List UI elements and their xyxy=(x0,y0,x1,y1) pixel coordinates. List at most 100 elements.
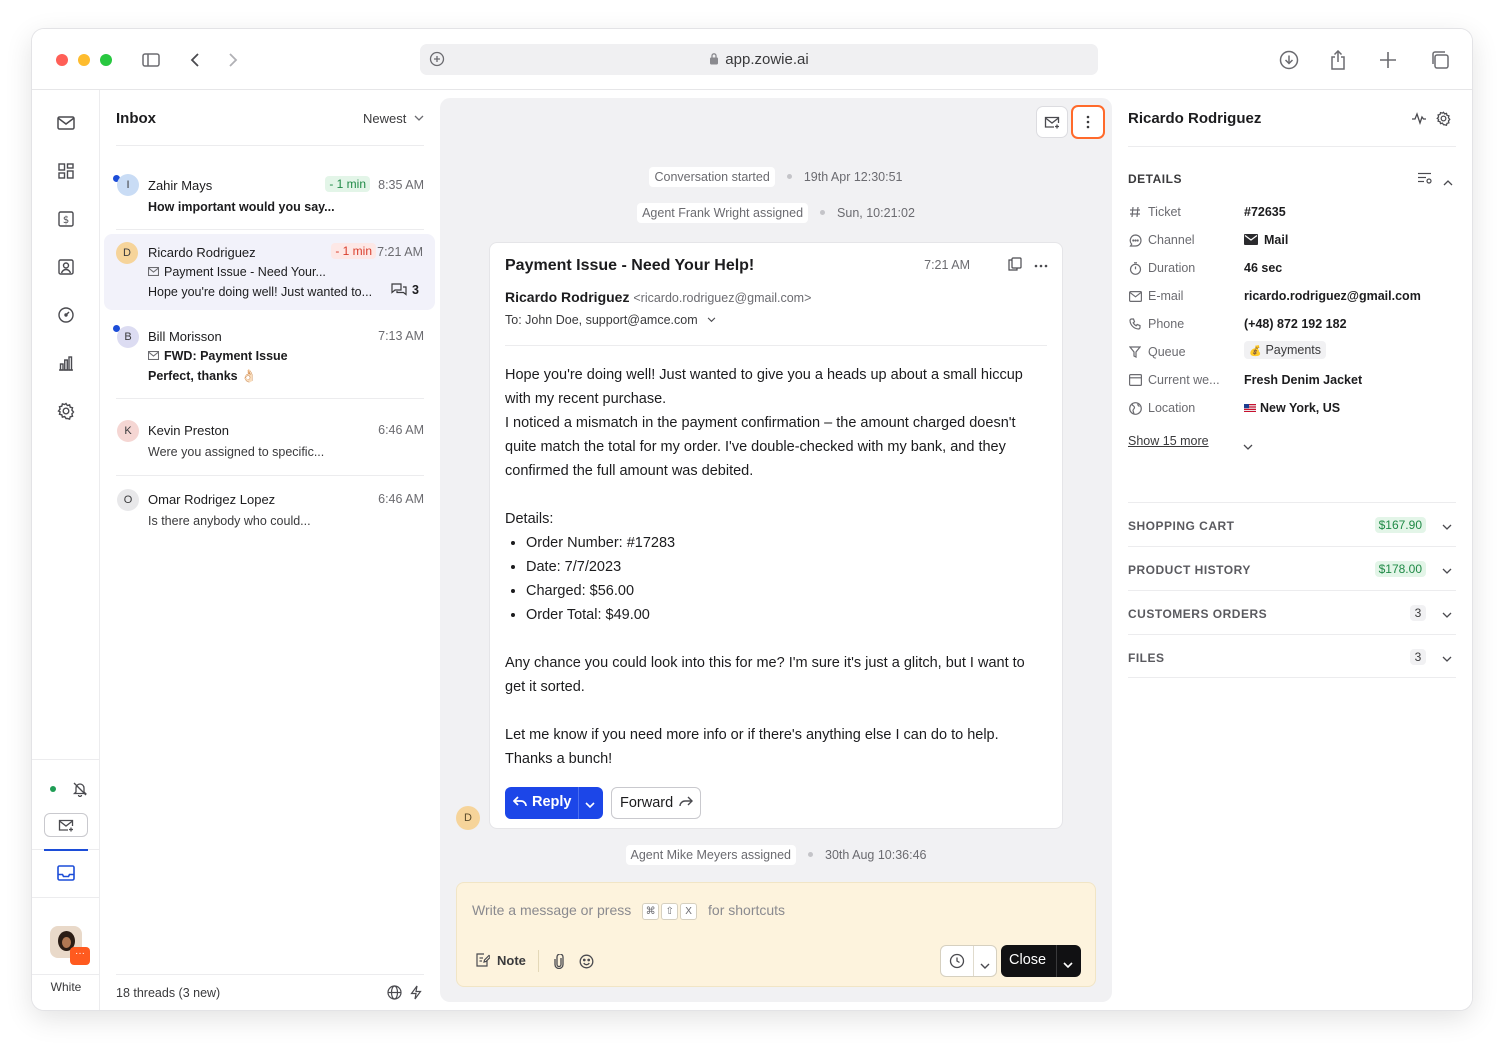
event-time: 19th Apr 12:30:51 xyxy=(803,170,903,184)
thread-name: Ricardo Rodriguez xyxy=(148,245,256,260)
show-more-link[interactable]: Show 15 more xyxy=(1128,434,1209,448)
workspace-label[interactable]: White xyxy=(32,974,100,1010)
mail-icon xyxy=(147,266,160,277)
chevron-down-icon xyxy=(1442,607,1452,622)
email-body: Hope you're doing well! Just wanted to g… xyxy=(505,363,1045,771)
inbox-nav-icon[interactable] xyxy=(54,861,78,885)
accordion-product-history[interactable]: PRODUCT HISTORY $178.00 xyxy=(1128,546,1456,590)
new-message-button[interactable] xyxy=(44,813,88,837)
event-time: 30th Aug 10:36:46 xyxy=(825,848,927,862)
accordion-files[interactable]: FILES 3 xyxy=(1128,634,1456,678)
minimize-window-button[interactable] xyxy=(78,54,90,66)
reply-button[interactable]: Reply xyxy=(505,787,603,819)
detail-value: Mail xyxy=(1244,233,1288,247)
emoji-icon[interactable] xyxy=(578,953,594,969)
accordion-customers-orders[interactable]: CUSTOMERS ORDERS 3 xyxy=(1128,590,1456,634)
reply-options-chevron-icon[interactable] xyxy=(585,797,595,813)
sidebar-toggle-icon[interactable] xyxy=(139,48,163,72)
dashboard-nav-icon[interactable] xyxy=(54,159,78,183)
panel-divider xyxy=(1128,146,1456,147)
forward-icon xyxy=(679,796,694,807)
settings-nav-icon[interactable] xyxy=(54,399,78,423)
performance-nav-icon[interactable] xyxy=(54,303,78,327)
thread-name: Bill Morisson xyxy=(148,329,222,344)
panel-settings-icon[interactable] xyxy=(1436,111,1451,129)
thread-time: 6:46 AM xyxy=(378,423,424,437)
thread-preview: Hope you're doing well! Just wanted to..… xyxy=(148,285,373,299)
download-icon[interactable] xyxy=(1277,48,1301,72)
thread-divider xyxy=(116,229,424,230)
mail-plus-icon xyxy=(1044,116,1060,128)
thread-item[interactable]: B Bill Morisson 7:13 AM FWD: Payment Iss… xyxy=(113,322,424,406)
us-flag-icon xyxy=(1244,404,1256,412)
detail-value[interactable]: (+48) 872 192 182 xyxy=(1244,317,1347,331)
event-text: Conversation started xyxy=(649,167,775,187)
chevron-down-icon xyxy=(707,317,716,323)
online-status-dot xyxy=(50,786,56,792)
chevron-up-icon[interactable] xyxy=(1443,174,1453,189)
email-paragraph: Any chance you could look into this for … xyxy=(505,655,1025,695)
nav-rail: $ ··· White xyxy=(32,90,100,1010)
contacts-nav-icon[interactable] xyxy=(54,255,78,279)
sort-dropdown[interactable]: Newest xyxy=(363,111,424,126)
lightning-icon[interactable] xyxy=(410,985,422,1003)
phone-icon xyxy=(1128,317,1142,331)
detail-value[interactable]: ricardo.rodriguez@gmail.com xyxy=(1244,289,1421,303)
close-window-button[interactable] xyxy=(56,54,68,66)
detail-label: Current we... xyxy=(1148,373,1220,387)
tab-overview-icon[interactable] xyxy=(1428,48,1452,72)
new-tab-icon[interactable] xyxy=(1376,48,1400,72)
customize-fields-icon[interactable] xyxy=(1417,172,1432,187)
inbox-footer: 18 threads (3 new) xyxy=(116,974,424,1010)
customer-name: Ricardo Rodriguez xyxy=(1128,110,1262,127)
more-options-button[interactable] xyxy=(1071,105,1105,139)
system-event: Conversation started 19th Apr 12:30:51 xyxy=(440,167,1112,187)
billing-nav-icon[interactable]: $ xyxy=(54,207,78,231)
section-badge: 3 xyxy=(1410,649,1426,665)
activity-icon[interactable] xyxy=(1411,112,1427,128)
note-label: Note xyxy=(497,953,526,968)
thread-item[interactable]: O Omar Rodrigez Lopez 6:46 AM Is there a… xyxy=(116,479,424,541)
chevron-down-icon xyxy=(1442,519,1452,534)
attachment-icon[interactable] xyxy=(551,953,567,969)
placeholder-end: for shortcuts xyxy=(708,902,786,918)
globe-icon[interactable] xyxy=(387,985,402,1003)
thread-item[interactable]: K Kevin Preston 6:46 AM Were you assigne… xyxy=(116,410,424,476)
email-more-icon[interactable] xyxy=(1034,256,1048,271)
share-icon[interactable] xyxy=(1326,48,1350,72)
event-text: Agent Frank Wright assigned xyxy=(637,203,809,223)
snooze-button[interactable] xyxy=(940,945,997,977)
thread-item[interactable]: I Zahir Mays - 1 min 8:35 AM How importa… xyxy=(113,168,424,230)
thread-preview: Were you assigned to specific... xyxy=(148,445,325,459)
sla-badge: - 1 min xyxy=(325,176,370,192)
message-composer[interactable]: Write a message or press ⌘ ⇧ X for shortcu… xyxy=(456,882,1096,987)
order-details-list: Order Number: #17283 Date: 7/7/2023 Char… xyxy=(505,531,1045,627)
section-badge: 3 xyxy=(1410,605,1426,621)
snooze-chevron-icon[interactable] xyxy=(980,958,990,973)
forward-nav-icon[interactable] xyxy=(221,48,245,72)
mark-unread-button[interactable] xyxy=(1036,106,1068,138)
mail-nav-icon[interactable] xyxy=(54,111,78,135)
close-options-chevron-icon[interactable] xyxy=(1063,957,1073,973)
thread-item-selected[interactable]: D Ricardo Rodriguez - 1 min 7:21 AM Paym… xyxy=(104,234,435,310)
thread-time: 7:21 AM xyxy=(377,245,423,259)
vertical-dots-icon xyxy=(1086,115,1090,129)
notifications-off-icon[interactable] xyxy=(68,777,92,801)
rail-divider xyxy=(32,897,100,898)
chevron-down-icon[interactable] xyxy=(1243,439,1253,454)
note-button[interactable]: Note xyxy=(476,953,526,968)
zoom-window-button[interactable] xyxy=(100,54,112,66)
agent-status-badge: ··· xyxy=(70,947,90,965)
address-bar[interactable]: app.zowie.ai xyxy=(420,44,1098,75)
email-recipients[interactable]: To: John Doe, support@amce.com xyxy=(505,313,716,327)
close-conversation-button[interactable]: Close xyxy=(1001,945,1081,977)
inbox-title: Inbox xyxy=(116,110,156,127)
copy-icon[interactable] xyxy=(1008,257,1022,274)
thread-subject-text: Payment Issue - Need Your... xyxy=(164,265,326,279)
back-icon[interactable] xyxy=(183,48,207,72)
analytics-nav-icon[interactable] xyxy=(54,351,78,375)
inbox-panel: Inbox Newest I Zahir Mays - 1 min 8:35 A… xyxy=(100,90,440,1010)
detail-value: New York, US xyxy=(1244,401,1340,415)
accordion-shopping-cart[interactable]: SHOPPING CART $167.90 xyxy=(1128,502,1456,546)
forward-button[interactable]: Forward xyxy=(611,787,701,819)
